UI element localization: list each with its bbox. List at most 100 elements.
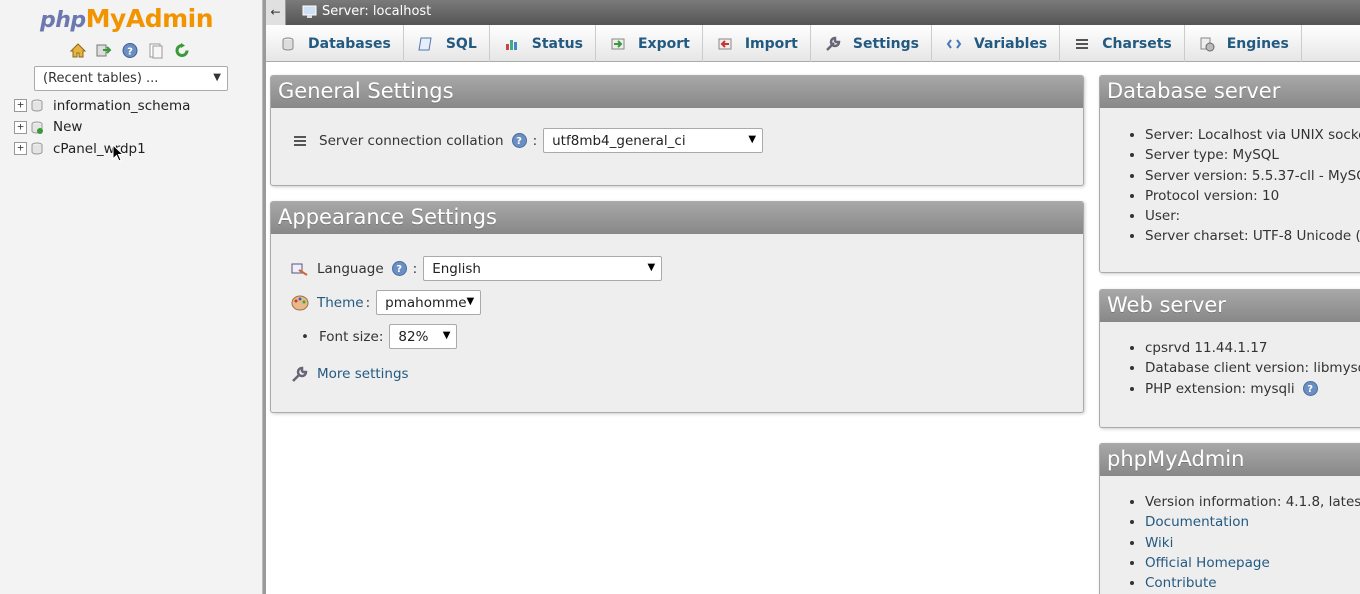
theme-value: pmahomme <box>385 295 467 311</box>
list-item: PHP extension: mysqli? <box>1145 381 1360 401</box>
expand-icon[interactable]: + <box>14 99 27 113</box>
help-icon[interactable]: ? <box>121 42 139 59</box>
list-item: Server: Localhost via UNIX socket <box>1145 127 1360 147</box>
tree-item-label: New <box>53 119 83 136</box>
expand-icon[interactable]: + <box>14 142 27 156</box>
collation-value: utf8mb4_general_ci <box>552 133 686 149</box>
collation-select[interactable]: utf8mb4_general_ci ▼ <box>543 128 764 153</box>
more-settings-link[interactable]: More settings <box>317 366 409 382</box>
navigation-panel: phpMyAdmin ? (Recent tables) ... ▼ + inf… <box>0 0 263 594</box>
font-size-select[interactable]: 82% ▼ <box>389 324 458 349</box>
panel-title: Database server <box>1100 76 1360 108</box>
tree-item-label: cPanel_wrdp1 <box>53 140 146 157</box>
import-icon <box>718 38 732 49</box>
wiki-link[interactable]: Wiki <box>1145 535 1173 551</box>
font-size-row: • Font size: 82% ▼ <box>301 324 458 349</box>
tab-label: Charsets <box>1102 35 1172 52</box>
language-icon <box>291 263 308 276</box>
tab-status[interactable]: Status <box>490 25 596 62</box>
help-icon[interactable]: ? <box>511 133 527 148</box>
panel-title: phpMyAdmin <box>1100 444 1360 476</box>
svg-text:?: ? <box>127 47 133 58</box>
tab-label: Databases <box>308 35 391 52</box>
chevron-down-icon: ▼ <box>213 72 221 83</box>
tab-engines[interactable]: Engines <box>1185 25 1302 62</box>
language-value: English <box>432 261 481 277</box>
tab-databases[interactable]: Databases <box>266 25 404 62</box>
phpmyadmin-logo[interactable]: phpMyAdmin <box>40 4 214 33</box>
tree-item-label: information_schema <box>53 97 191 114</box>
sql-icon <box>418 37 432 50</box>
top-menu-tabs: Databases SQL Status Export Import Setti… <box>266 25 1360 62</box>
list-item: Documentation <box>1145 514 1360 534</box>
logo-my: My <box>85 4 127 33</box>
contribute-link[interactable]: Contribute <box>1145 575 1217 591</box>
list-item: Protocol version: 10 <box>1145 188 1360 208</box>
list-item: User: <box>1145 208 1360 228</box>
status-icon <box>505 39 517 50</box>
separator-colon: : <box>412 260 418 277</box>
server-breadcrumb-bar: ← Server: localhost <box>266 0 1360 25</box>
mouse-cursor-icon <box>112 144 124 162</box>
charsets-icon <box>1076 38 1089 49</box>
list-item: Database client version: libmysql - <box>1145 360 1360 380</box>
tree-item-new[interactable]: + New <box>14 117 190 139</box>
web-server-panel: Web server cpsrvd 11.44.1.17 Database cl… <box>1099 289 1360 428</box>
database-tree: + information_schema + New + cPanel_wrdp… <box>14 95 190 160</box>
tab-variables[interactable]: Variables <box>932 25 1061 62</box>
general-settings-panel: General Settings Server connection colla… <box>270 75 1084 186</box>
new-database-icon <box>31 121 43 134</box>
appearance-settings-panel: Appearance Settings Language ? : English… <box>270 201 1084 413</box>
reload-icon[interactable] <box>173 42 191 59</box>
list-item: Contribute <box>1145 575 1360 594</box>
font-size-label: Font size: <box>318 328 384 345</box>
tab-label: Status <box>531 35 583 52</box>
home-icon[interactable] <box>69 42 87 59</box>
tab-label: SQL <box>445 35 477 52</box>
help-icon[interactable]: ? <box>391 261 407 276</box>
php-extension-text: PHP extension: mysqli <box>1145 380 1295 397</box>
tab-charsets[interactable]: Charsets <box>1060 25 1185 62</box>
settings-wrench-icon <box>292 366 308 382</box>
recent-tables-select[interactable]: (Recent tables) ... ▼ <box>34 66 228 91</box>
nav-resizer[interactable] <box>263 0 266 594</box>
phpmyadmin-list: Version information: 4.1.8, latest st Do… <box>1145 494 1360 594</box>
tab-sql[interactable]: SQL <box>404 25 490 62</box>
tab-label: Import <box>744 35 798 52</box>
list-item: Official Homepage <box>1145 555 1360 575</box>
more-settings-row: More settings <box>291 366 409 382</box>
theme-link[interactable]: Theme <box>317 295 364 311</box>
tab-settings[interactable]: Settings <box>811 25 932 62</box>
chevron-down-icon: ▼ <box>647 262 656 273</box>
nav-icon-bar: ? <box>69 42 191 59</box>
official-homepage-link[interactable]: Official Homepage <box>1145 555 1270 571</box>
server-breadcrumb[interactable]: Server: localhost <box>302 4 431 19</box>
collation-icon <box>294 135 306 146</box>
theme-select[interactable]: pmahomme ▼ <box>376 290 482 315</box>
tab-export[interactable]: Export <box>596 25 703 62</box>
server-title: Server: localhost <box>322 4 432 19</box>
web-server-list: cpsrvd 11.44.1.17 Database client versio… <box>1145 340 1360 401</box>
chevron-down-icon: ▼ <box>466 296 475 307</box>
panel-title: Web server <box>1100 290 1360 322</box>
language-select[interactable]: English ▼ <box>423 256 663 281</box>
tree-item-information-schema[interactable]: + information_schema <box>14 95 190 117</box>
database-icon <box>282 37 294 50</box>
list-item: Server version: 5.5.37-cll - MySQL <box>1145 168 1360 188</box>
tab-import[interactable]: Import <box>703 25 811 62</box>
separator-colon: : <box>365 294 371 311</box>
list-item: Version information: 4.1.8, latest st <box>1145 494 1360 514</box>
server-icon <box>302 5 317 18</box>
docs-icon[interactable] <box>147 42 165 59</box>
font-size-value: 82% <box>398 329 429 345</box>
collapse-nav-button[interactable]: ← <box>266 0 286 25</box>
tree-item-cpanel-wrdp1[interactable]: + cPanel_wrdp1 <box>14 138 190 160</box>
documentation-link[interactable]: Documentation <box>1145 514 1249 530</box>
logout-icon[interactable] <box>95 42 113 59</box>
help-icon[interactable]: ? <box>1302 381 1318 397</box>
expand-icon[interactable]: + <box>14 120 27 134</box>
theme-row: Theme : pmahomme ▼ <box>291 290 482 315</box>
chevron-down-icon: ▼ <box>748 134 757 145</box>
export-icon <box>611 38 625 49</box>
database-server-panel: Database server Server: Localhost via UN… <box>1099 75 1360 273</box>
